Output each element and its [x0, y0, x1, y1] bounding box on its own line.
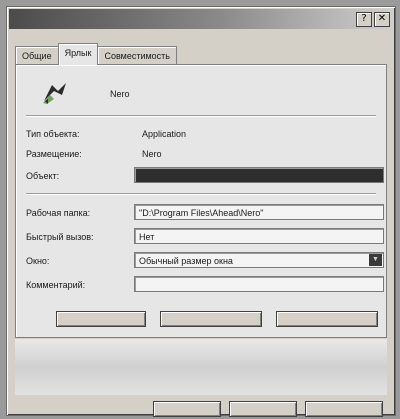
title-bar[interactable]: ? ✕: [9, 9, 393, 29]
properties-window: ? ✕ Общие Ярлык Совместимость Nero Тип о…: [6, 6, 396, 417]
comment-input[interactable]: [134, 276, 384, 292]
target-input[interactable]: [134, 167, 384, 183]
cancel-button[interactable]: [229, 401, 297, 417]
title-buttons: ? ✕: [356, 12, 390, 27]
window-mode-label: Окно:: [26, 256, 50, 266]
advanced-button[interactable]: [276, 311, 378, 327]
help-icon[interactable]: ?: [356, 12, 372, 27]
workdir-input[interactable]: "D:\Program Files\Ahead\Nero": [134, 204, 384, 220]
object-type-value: Application: [142, 129, 187, 139]
tab-shortcut[interactable]: Ярлык: [57, 43, 99, 65]
tab-strip: Общие Ярлык Совместимость: [15, 43, 177, 65]
shortcut-panel: Nero Тип объекта: Application Размещение…: [15, 64, 387, 338]
ok-button[interactable]: [153, 401, 221, 417]
window-mode-value: Обычный размер окна: [139, 256, 233, 266]
tab-general[interactable]: Общие: [15, 46, 59, 65]
nero-app-icon: [43, 83, 66, 104]
location-label: Размещение:: [26, 149, 82, 159]
find-target-button[interactable]: [56, 311, 146, 327]
target-label: Объект:: [26, 171, 60, 181]
object-type-label: Тип объекта:: [26, 129, 80, 139]
location-value: Nero: [142, 149, 162, 159]
hotkey-input[interactable]: Нет: [134, 228, 384, 244]
change-icon-button[interactable]: [160, 311, 262, 327]
chevron-down-icon[interactable]: ▼: [369, 254, 382, 266]
comment-label: Комментарий:: [26, 280, 86, 290]
workdir-label: Рабочая папка:: [26, 208, 91, 218]
close-icon[interactable]: ✕: [374, 12, 390, 27]
shortcut-name: Nero: [110, 89, 130, 99]
window-mode-select[interactable]: Обычный размер окна ▼: [134, 252, 384, 268]
divider: [26, 193, 376, 195]
hotkey-label: Быстрый вызов:: [26, 232, 94, 242]
apply-button[interactable]: [305, 401, 383, 417]
divider: [26, 115, 376, 117]
tab-compatibility[interactable]: Совместимость: [97, 46, 177, 65]
blurred-area: [15, 339, 387, 395]
